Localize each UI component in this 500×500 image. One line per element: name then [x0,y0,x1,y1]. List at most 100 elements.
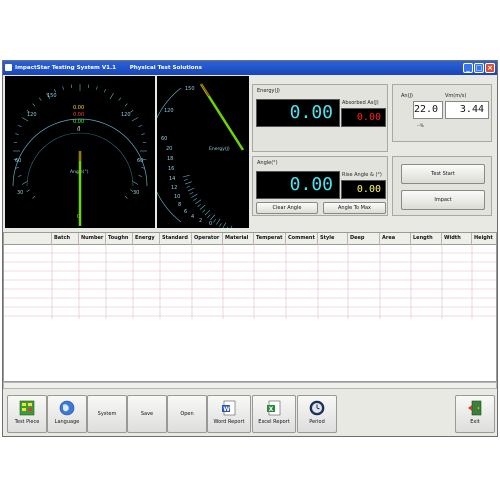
energy-gauge: 150 120 60 20 18 16 14 12 10 8 6 4 2 0 E… [157,76,249,228]
save-button[interactable]: Save [127,395,167,433]
gauge-tick-mark [141,133,145,135]
right-gauge-tick: 18 [167,156,173,162]
test-piece-button[interactable]: Test Piece [7,395,47,433]
column-header[interactable]: Energy [133,233,160,244]
column-header[interactable]: Number [79,233,106,244]
gauge-tick-mark [141,167,145,169]
column-header[interactable]: Height [472,233,496,244]
column-header[interactable]: Standard [160,233,192,244]
gauge-tick-mark [38,97,42,101]
window-title: ImpactStar Testing System V1.1 Physical … [15,65,202,71]
gauge-tick-mark [210,214,216,221]
gauge-tick-mark [124,103,128,107]
vm-label: Vm(m/s) [445,93,467,99]
column-header[interactable]: Temperat [254,233,286,244]
column-header[interactable]: Width [442,233,472,244]
column-header[interactable]: Length [411,233,442,244]
bottom-toolbar: Test Piece Language System Save Open W W… [3,395,497,435]
right-gauge-tick: 16 [168,166,174,172]
vm-display: 3.44 [445,101,489,119]
right-gauge-tick: 120 [164,108,174,114]
test-start-button[interactable]: Test Start [401,164,485,184]
gauge-tick-mark [226,226,228,228]
rise-angle-display: 0.00 [341,180,386,199]
gauge-tick-mark [17,175,22,177]
right-gauge-tick: 10 [174,194,180,200]
table-horizontal-scrollbar[interactable] [3,382,497,389]
gauge-tick-mark [216,218,221,225]
gauge-tick-mark [204,209,211,216]
table-grid [4,244,496,319]
right-gauge-label: Energy(J) [209,146,230,152]
gauge-tick-mark [15,133,19,135]
column-header[interactable]: Style [318,233,348,244]
column-header[interactable]: Toughn [106,233,133,244]
gauge-tick-mark [109,92,114,100]
energy-panel: Energy(J) 0.00 Absorbed As(J) 0.00 [252,84,388,152]
svg-text:W: W [223,406,230,413]
column-header[interactable]: Batch [52,233,79,244]
period-button[interactable]: Period [297,395,337,433]
clock-icon [309,400,325,416]
gauge-tick-mark [213,219,216,223]
word-report-button[interactable]: W Word Report [207,395,251,433]
absorbed-label: Absorbed As(J) [342,100,379,106]
gauge-tick-mark [189,192,194,195]
right-gauge-tick: 8 [178,202,181,208]
gauge-tick-mark [21,117,29,122]
impact-button[interactable]: Impact [401,190,485,210]
right-gauge-tick: 4 [191,214,194,220]
left-gauge-readout: 0.00 [73,119,84,125]
right-gauge-tick: 20 [166,146,172,152]
gauge-tick-mark [193,198,197,201]
energy-display: 0.00 [256,99,340,127]
angle-label: Angle(°) [257,160,278,166]
gauge-tick-mark [96,86,98,90]
pendulum-info-panel: An(J) Vm(m/s) 22.0 3.44 --% [392,84,492,142]
language-button[interactable]: Language [47,395,87,433]
minimize-button[interactable]: _ [463,63,473,73]
gauge-tick-mark [186,185,191,188]
column-header[interactable]: Area [380,233,411,244]
exit-door-icon [468,400,482,416]
status-note: --% [417,123,424,128]
column-header[interactable] [4,233,52,244]
word-document-icon: W [222,400,236,416]
left-gauge-tick: 60 [137,158,143,164]
gauge-tick-mark [54,88,56,93]
angle-to-max-button[interactable]: Angle To Max [323,202,386,214]
word-report-label: Word Report [213,419,245,425]
left-gauge-tick: 120 [27,112,37,118]
gauge-tick-mark [185,181,192,185]
gauge-tick-mark [32,103,36,107]
right-angle-needle [200,83,210,97]
system-button[interactable]: System [87,395,127,433]
column-header[interactable]: Operator [192,233,223,244]
period-label: Period [309,419,325,425]
app-icon [5,64,12,71]
left-gauge-tick: 120 [121,112,131,118]
gauge-tick-mark [187,187,195,192]
maximize-button[interactable]: □ [474,63,484,73]
column-header[interactable]: Material [223,233,254,244]
excel-report-label: Excel Report [258,419,290,425]
exit-button[interactable]: Exit [455,395,495,433]
angle-display: 0.00 [256,171,340,199]
open-button[interactable]: Open [167,395,207,433]
clear-angle-button[interactable]: Clear Angle [256,202,318,214]
gauge-tick-mark [202,209,206,213]
column-header[interactable]: Comment [286,233,318,244]
close-button[interactable]: × [485,63,495,73]
gauge-tick-mark [124,195,128,199]
title-bar: ImpactStar Testing System V1.1 Physical … [3,61,497,75]
an-label: An(J) [401,93,413,99]
results-table[interactable]: Batch Number Toughn Energy Standard Oper… [3,232,497,382]
column-header[interactable]: Deep [348,233,380,244]
energy-label: Energy(J) [257,88,280,94]
right-gauge-tick: 60 [161,136,167,142]
excel-spreadsheet-icon: X [267,400,281,416]
test-control-panel: Test Start Impact [392,156,492,216]
excel-report-button[interactable]: X Excel Report [252,395,296,433]
an-display: 22.0 [413,101,443,119]
gauge-tick-mark [17,125,22,127]
